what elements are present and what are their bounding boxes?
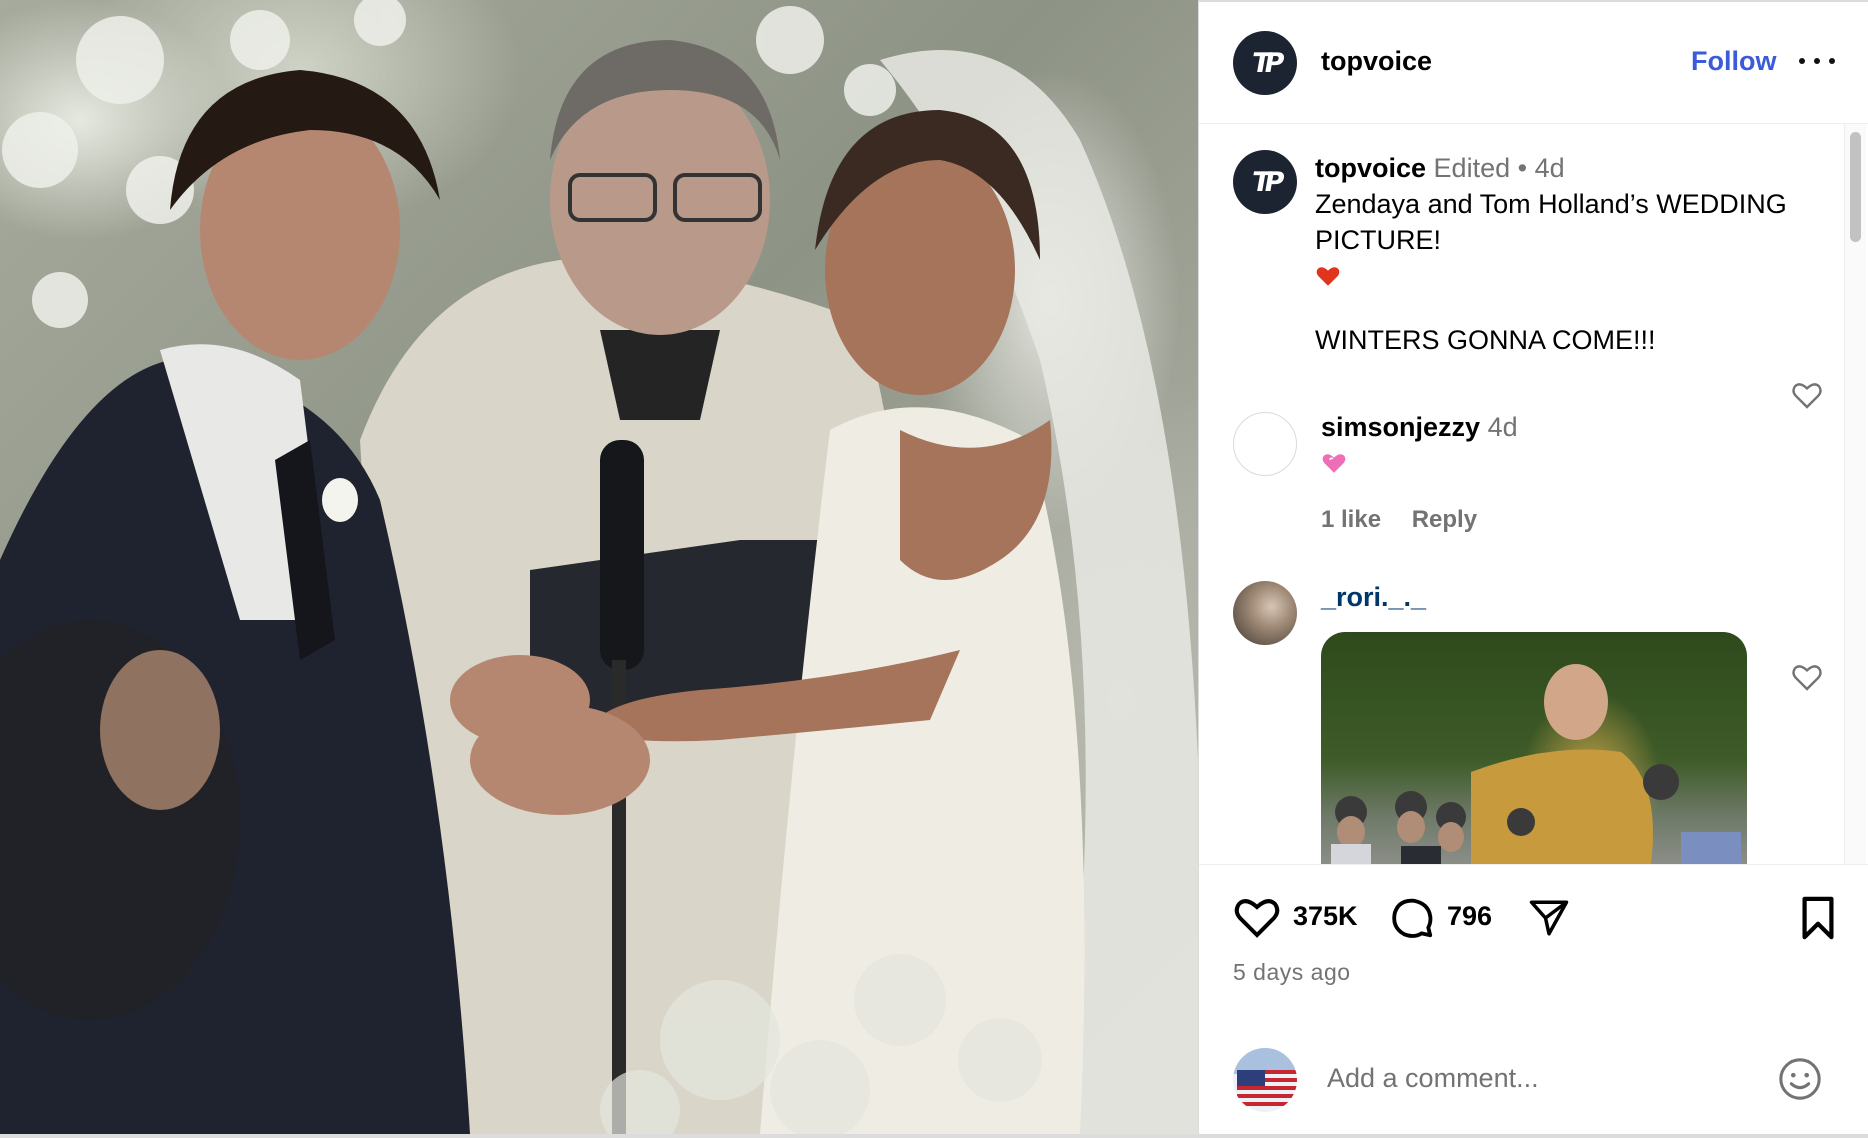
wedding-photo-illustration <box>0 0 1198 1134</box>
comments-list[interactable]: TP topvoice Edited • 4d Zendaya and Tom … <box>1199 124 1868 864</box>
likes-count[interactable]: 375K <box>1293 901 1358 932</box>
comment-meta: 1 like Reply <box>1321 506 1477 534</box>
flag-avatar-image <box>1233 1048 1297 1112</box>
caption-username[interactable]: topvoice <box>1315 153 1426 183</box>
author-avatar[interactable]: TP <box>1233 31 1297 95</box>
share-icon[interactable] <box>1527 897 1571 939</box>
add-comment-bar <box>1199 1034 1868 1134</box>
author-username[interactable]: topvoice <box>1321 46 1432 77</box>
comment-username[interactable]: _rori._._ <box>1321 582 1426 613</box>
gif-illustration <box>1331 664 1741 864</box>
caption-time[interactable]: 4d <box>1535 153 1565 183</box>
post-photo[interactable] <box>0 0 1198 1134</box>
avatar-initials: TP <box>1249 47 1281 79</box>
caption-body: Zendaya and Tom Holland’s WEDDING PICTUR… <box>1315 189 1787 255</box>
scrollbar-thumb[interactable] <box>1850 132 1861 242</box>
comment-time[interactable]: 4d <box>1488 412 1518 442</box>
follow-button[interactable]: Follow <box>1691 46 1776 77</box>
comment-header: simsonjezzy 4d <box>1321 412 1518 443</box>
pink-heart-emoji <box>1322 454 1346 473</box>
caption-avatar[interactable]: TP <box>1233 150 1297 214</box>
add-comment-input[interactable] <box>1327 1058 1747 1098</box>
post-sidebar: TP topvoice Follow TP topvoice Edited • … <box>1198 0 1868 1134</box>
post-header: TP topvoice Follow <box>1199 2 1868 124</box>
commenter-avatar[interactable] <box>1233 581 1297 645</box>
comment-likes[interactable]: 1 like <box>1321 506 1381 533</box>
commenter-avatar[interactable] <box>1233 412 1297 476</box>
caption-body-2: WINTERS GONNA COME!!! <box>1315 325 1656 355</box>
separator: • <box>1517 153 1528 183</box>
avatar-initials: TP <box>1249 166 1281 198</box>
comments-count[interactable]: 796 <box>1447 901 1492 932</box>
caption-text: topvoice Edited • 4d Zendaya and Tom Hol… <box>1315 150 1835 358</box>
three-dots-icon[interactable] <box>1799 46 1835 76</box>
comment-username[interactable]: simsonjezzy <box>1321 412 1480 442</box>
comment-gif[interactable] <box>1321 632 1747 864</box>
heart-icon[interactable] <box>1233 895 1281 939</box>
red-heart-emoji <box>1315 258 1835 298</box>
bookmark-icon[interactable] <box>1797 895 1839 941</box>
divider <box>0 1134 1868 1138</box>
post-date[interactable]: 5 days ago <box>1233 959 1351 986</box>
edited-label: Edited <box>1433 153 1511 183</box>
reply-button[interactable]: Reply <box>1412 506 1477 533</box>
emoji-icon[interactable] <box>1777 1056 1823 1102</box>
current-user-avatar[interactable] <box>1233 1048 1297 1112</box>
comment-like-heart-icon[interactable] <box>1791 662 1823 692</box>
comment-icon[interactable] <box>1389 895 1435 941</box>
comment-like-heart-icon[interactable] <box>1791 380 1823 410</box>
